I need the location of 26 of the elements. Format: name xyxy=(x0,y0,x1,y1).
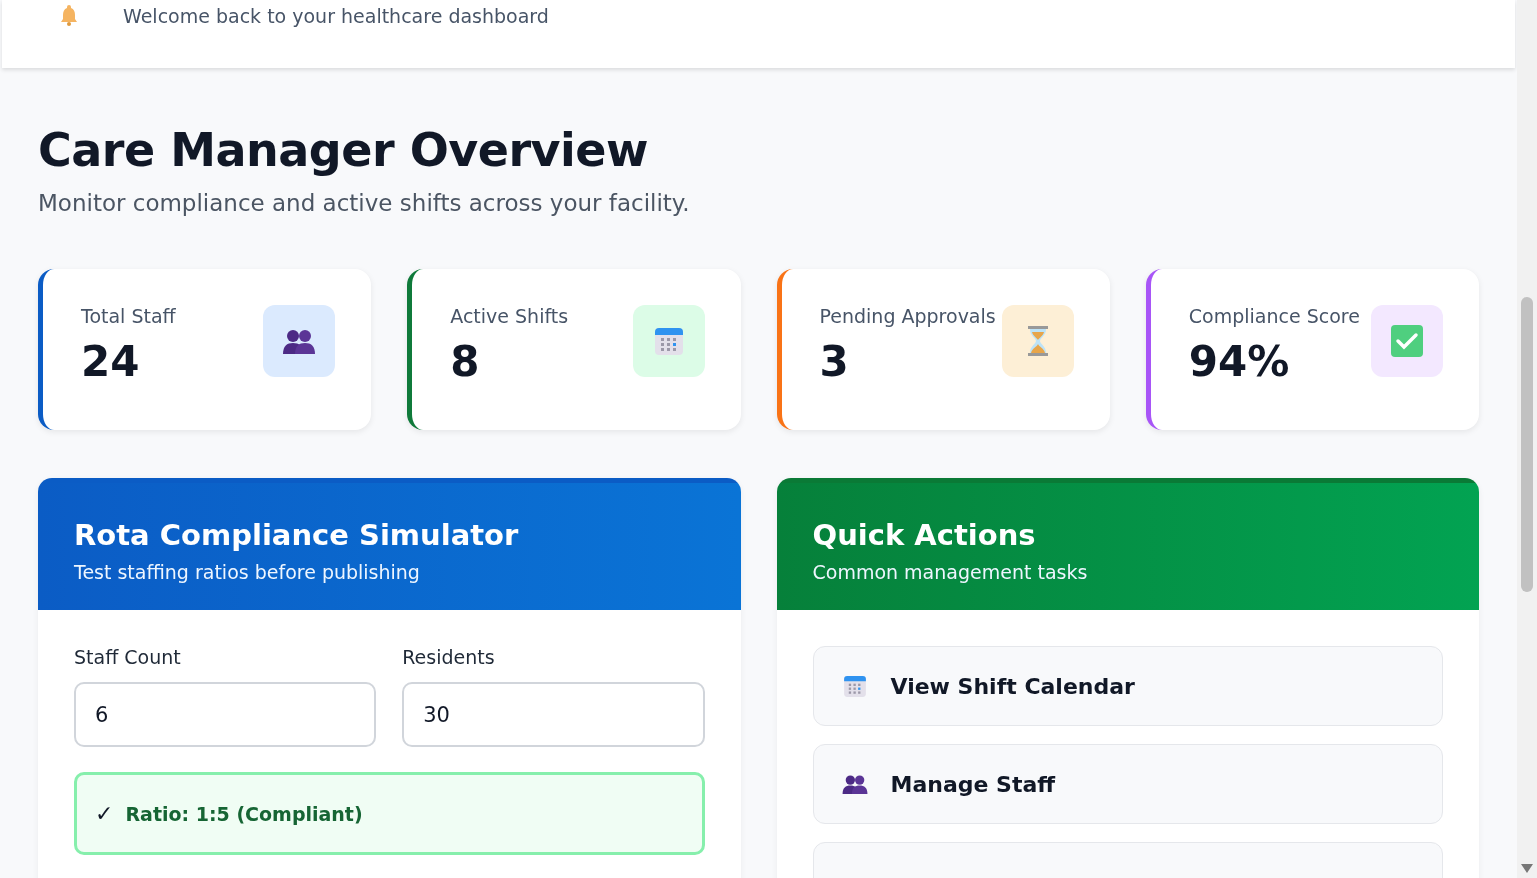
stat-value: 94% xyxy=(1188,337,1291,386)
field-label: Residents xyxy=(402,646,496,668)
stat-value: 8 xyxy=(450,337,481,386)
number-field[interactable]: 6 xyxy=(74,682,377,747)
stat-value: 24 xyxy=(81,337,141,386)
check-icon xyxy=(1389,323,1425,359)
stat-value: 3 xyxy=(819,337,850,386)
action-button[interactable]: Manage Staff xyxy=(812,744,1443,824)
action-button[interactable]: View Shift Calendar xyxy=(812,646,1443,726)
page-subtitle: Monitor compliance and active shifts across your facility. xyxy=(38,189,691,218)
stat-label: Compliance Score xyxy=(1188,305,1360,327)
stat-label: Pending Approvals xyxy=(819,305,996,327)
check-mark: ✓ xyxy=(95,801,114,826)
page-title: Care Manager Overview xyxy=(38,122,650,179)
panel-title: Quick Actions xyxy=(812,517,1037,553)
panel-subtitle: Test staffing ratios before publishing xyxy=(74,561,421,583)
number-field[interactable]: 30 xyxy=(402,682,705,747)
field-label: Staff Count xyxy=(74,646,182,668)
scroll-thumb[interactable] xyxy=(1521,297,1533,592)
panel-title: Rota Compliance Simulator xyxy=(74,517,520,553)
stat-label: Total Staff xyxy=(81,305,176,327)
panel-subtitle: Common management tasks xyxy=(812,561,1089,583)
scroll-down-icon[interactable] xyxy=(1521,864,1533,874)
ratio-text: Ratio: 1:5 (Compliant) xyxy=(125,802,363,825)
welcome-text: Welcome back to your healthcare dashboard xyxy=(123,4,549,29)
stat-label: Active Shifts xyxy=(450,305,569,327)
